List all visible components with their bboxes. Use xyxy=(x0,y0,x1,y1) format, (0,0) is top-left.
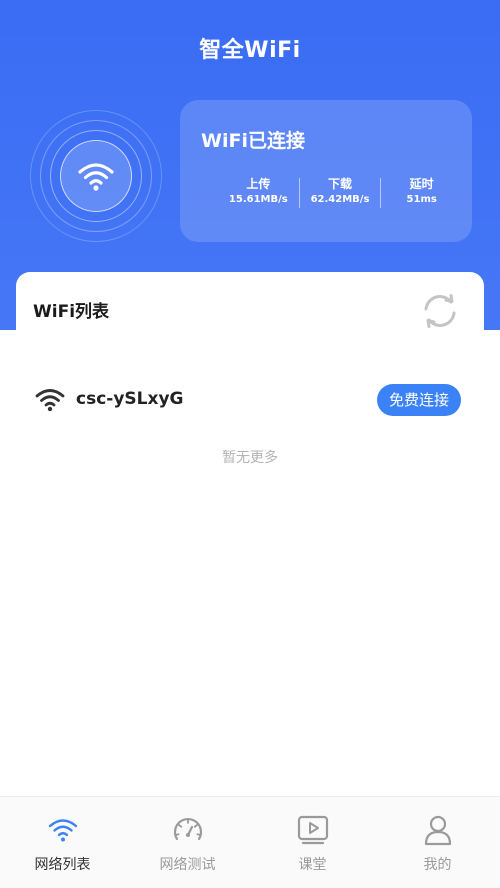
speed-stats: 上传 15.61MB/s 下载 62.42MB/s 延时 51ms xyxy=(218,176,462,208)
latency-stat: 延时 51ms xyxy=(381,176,462,208)
wifi-ssid: csc-ySLxyG xyxy=(76,389,184,409)
tab-label: 网络列表 xyxy=(34,857,91,873)
wifi-icon xyxy=(46,813,80,847)
wifi-list-title: WiFi列表 xyxy=(33,302,110,322)
wifi-list-card: WiFi列表 csc-ySLxyG 免费连接 暂无更多 xyxy=(16,272,484,802)
latency-label: 延时 xyxy=(409,177,434,191)
free-connect-button[interactable]: 免费连接 xyxy=(376,384,461,416)
speedometer-icon xyxy=(171,813,205,847)
download-value: 62.42MB/s xyxy=(310,194,370,205)
video-play-icon xyxy=(296,813,330,847)
download-label: 下载 xyxy=(328,177,353,191)
download-stat: 下载 62.42MB/s xyxy=(300,176,381,208)
app-title: 智全WiFi xyxy=(199,38,301,63)
refresh-icon[interactable] xyxy=(418,289,462,333)
connection-status-title: WiFi已连接 xyxy=(201,130,305,152)
tab-label: 我的 xyxy=(423,857,452,873)
upload-stat: 上传 15.61MB/s xyxy=(218,176,299,208)
wifi-status-icon xyxy=(60,140,132,212)
user-icon xyxy=(421,813,455,847)
tab-label: 课堂 xyxy=(298,857,327,873)
no-more-tip: 暂无更多 xyxy=(222,450,278,466)
bottom-tab-bar: 网络列表 网络测试 课堂 我的 xyxy=(0,796,500,888)
tab-classroom[interactable]: 课堂 xyxy=(250,797,375,888)
tab-network-list[interactable]: 网络列表 xyxy=(0,797,125,888)
wifi-signal-icon xyxy=(34,386,66,416)
connection-status-card: WiFi已连接 上传 15.61MB/s 下载 62.42MB/s 延时 51m… xyxy=(180,100,472,242)
upload-label: 上传 xyxy=(246,177,271,191)
upload-value: 15.61MB/s xyxy=(228,194,288,205)
tab-mine[interactable]: 我的 xyxy=(375,797,500,888)
tab-label: 网络测试 xyxy=(159,857,216,873)
wifi-status-orb xyxy=(30,110,162,242)
wifi-network-row[interactable]: csc-ySLxyG 免费连接 xyxy=(34,380,464,420)
tab-network-test[interactable]: 网络测试 xyxy=(125,797,250,888)
latency-value: 51ms xyxy=(406,194,437,205)
